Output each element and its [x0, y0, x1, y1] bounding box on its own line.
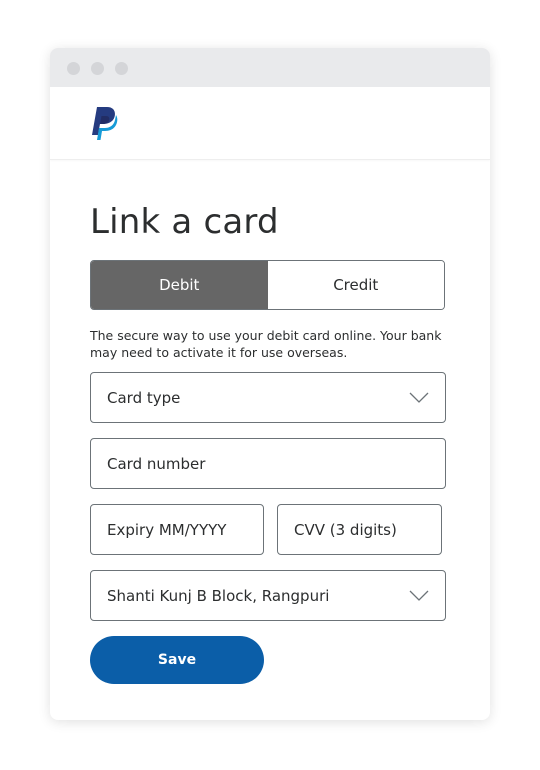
card-kind-toggle: Debit Credit: [90, 260, 445, 310]
billing-address-value: Shanti Kunj B Block, Rangpuri: [107, 586, 330, 605]
save-button[interactable]: Save: [90, 636, 264, 684]
page-header: [50, 87, 490, 160]
cvv-input[interactable]: CVV (3 digits): [277, 504, 442, 555]
cvv-placeholder: CVV (3 digits): [294, 520, 397, 539]
window-maximize-dot[interactable]: [115, 62, 128, 75]
billing-address-select[interactable]: Shanti Kunj B Block, Rangpuri: [90, 570, 446, 621]
paypal-logo-icon[interactable]: [88, 105, 118, 141]
card-description: The secure way to use your debit card on…: [90, 328, 442, 360]
card-number-input[interactable]: Card number: [90, 438, 446, 489]
expiry-placeholder: Expiry MM/YYYY: [107, 520, 227, 539]
window-minimize-dot[interactable]: [91, 62, 104, 75]
window-titlebar: [50, 48, 490, 87]
window-close-dot[interactable]: [67, 62, 80, 75]
card-number-placeholder: Card number: [107, 454, 206, 473]
chevron-down-icon: [409, 590, 429, 601]
card-type-placeholder: Card type: [107, 388, 181, 407]
tab-credit[interactable]: Credit: [267, 261, 444, 309]
browser-window: Link a card Debit Credit The secure way …: [50, 48, 490, 720]
page-title: Link a card: [90, 202, 279, 242]
tab-debit[interactable]: Debit: [91, 261, 268, 309]
expiry-input[interactable]: Expiry MM/YYYY: [90, 504, 264, 555]
chevron-down-icon: [409, 392, 429, 403]
card-type-select[interactable]: Card type: [90, 372, 446, 423]
